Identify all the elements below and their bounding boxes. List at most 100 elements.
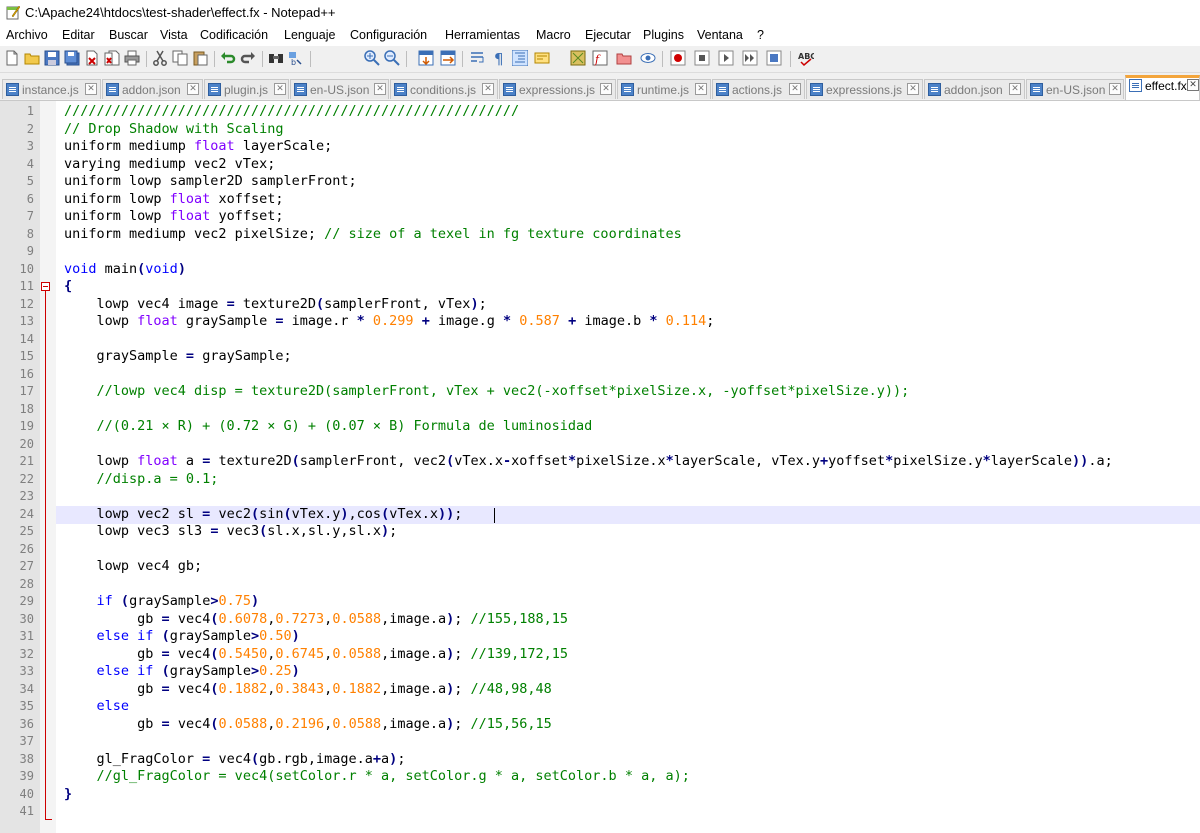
- monitoring-eye-icon[interactable]: [640, 50, 656, 66]
- code-line[interactable]: uniform lowp sampler2D samplerFront;: [64, 173, 357, 189]
- close-tab-icon[interactable]: ✕: [482, 83, 494, 95]
- tab-plugin-js[interactable]: plugin.js ✕: [204, 79, 289, 99]
- menu-codificacion[interactable]: Codificación: [200, 28, 268, 42]
- fold-margin[interactable]: [40, 101, 56, 833]
- close-tab-icon[interactable]: ✕: [1109, 83, 1121, 95]
- menu-ventana[interactable]: Ventana: [697, 28, 743, 42]
- code-line[interactable]: void main(void): [64, 261, 186, 277]
- code-line[interactable]: graySample = graySample;: [64, 348, 292, 364]
- tab-instance-js[interactable]: instance.js ✕: [2, 79, 101, 99]
- paste-icon[interactable]: [192, 50, 208, 66]
- stop-macro-icon[interactable]: [694, 50, 710, 66]
- code-line[interactable]: if (graySample>0.75): [64, 593, 260, 609]
- replace-icon[interactable]: b: [288, 50, 304, 66]
- close-tab-icon[interactable]: ✕: [1009, 83, 1021, 95]
- code-line[interactable]: gl_FragColor = vec4(gb.rgb,image.a+a);: [64, 751, 406, 767]
- code-line[interactable]: gb = vec4(0.1882,0.3843,0.1882,image.a);…: [64, 681, 552, 697]
- function-list-icon[interactable]: f: [592, 50, 608, 66]
- menu-plugins[interactable]: Plugins: [643, 28, 684, 42]
- close-tab-icon[interactable]: ✕: [374, 83, 386, 95]
- sync-vertical-scroll-icon[interactable]: [418, 50, 434, 66]
- undo-icon[interactable]: [220, 50, 236, 66]
- word-wrap-icon[interactable]: [470, 50, 486, 66]
- close-file-icon[interactable]: [84, 50, 100, 66]
- tab-addon-json-2[interactable]: addon.json ✕: [924, 79, 1025, 99]
- close-tab-icon[interactable]: ✕: [695, 83, 707, 95]
- folder-as-workspace-icon[interactable]: [616, 50, 632, 66]
- code-line[interactable]: else if (graySample>0.50): [64, 628, 300, 644]
- fold-collapse-icon[interactable]: [41, 282, 50, 291]
- code-line[interactable]: gb = vec4(0.6078,0.7273,0.0588,image.a);…: [64, 611, 568, 627]
- code-line[interactable]: varying mediump vec2 vTex;: [64, 156, 275, 172]
- new-file-icon[interactable]: [4, 50, 20, 66]
- user-defined-language-icon[interactable]: [534, 50, 550, 66]
- code-line[interactable]: lowp float a = texture2D(samplerFront, v…: [64, 453, 1113, 469]
- tab-addon-json[interactable]: addon.json ✕: [102, 79, 203, 99]
- close-tab-icon[interactable]: ✕: [187, 83, 199, 95]
- code-line[interactable]: lowp float graySample = image.r * 0.299 …: [64, 313, 715, 329]
- close-tab-icon[interactable]: ✕: [1187, 79, 1199, 91]
- cut-icon[interactable]: [152, 50, 168, 66]
- close-all-icon[interactable]: [104, 50, 120, 66]
- show-all-characters-icon[interactable]: ¶: [492, 50, 508, 66]
- tab-effect-fx[interactable]: effect.fx ✕: [1125, 75, 1200, 100]
- menu-ejecutar[interactable]: Ejecutar: [585, 28, 631, 42]
- close-tab-icon[interactable]: ✕: [85, 83, 97, 95]
- copy-icon[interactable]: [172, 50, 188, 66]
- indent-guide-icon[interactable]: [512, 50, 528, 66]
- save-macro-icon[interactable]: [766, 50, 782, 66]
- code-line[interactable]: {: [64, 278, 72, 294]
- code-line[interactable]: ////////////////////////////////////////…: [64, 103, 519, 119]
- code-line[interactable]: lowp vec4 gb;: [64, 558, 203, 574]
- code-line[interactable]: lowp vec4 image = texture2D(samplerFront…: [64, 296, 487, 312]
- sync-horizontal-scroll-icon[interactable]: [440, 50, 456, 66]
- code-line[interactable]: //gl_FragColor = vec4(setColor.r * a, se…: [64, 768, 690, 784]
- zoom-out-icon[interactable]: [384, 50, 400, 66]
- redo-icon[interactable]: [240, 50, 256, 66]
- code-line[interactable]: uniform mediump float layerScale;: [64, 138, 332, 154]
- code-line[interactable]: lowp vec2 sl = vec2(sin(vTex.y),cos(vTex…: [64, 506, 463, 522]
- code-line[interactable]: lowp vec3 sl3 = vec3(sl.x,sl.y,sl.x);: [64, 523, 398, 539]
- tab-expressions-js-2[interactable]: expressions.js ✕: [806, 79, 923, 99]
- menu-herramientas[interactable]: Herramientas: [445, 28, 520, 42]
- close-tab-icon[interactable]: ✕: [274, 83, 286, 95]
- menu-lenguaje[interactable]: Lenguaje: [284, 28, 335, 42]
- code-line[interactable]: else if (graySample>0.25): [64, 663, 300, 679]
- code-line[interactable]: // Drop Shadow with Scaling: [64, 121, 283, 137]
- menu-editar[interactable]: Editar: [62, 28, 95, 42]
- tab-runtime-js[interactable]: runtime.js ✕: [617, 79, 711, 99]
- open-file-icon[interactable]: [24, 50, 40, 66]
- save-icon[interactable]: [44, 50, 60, 66]
- close-tab-icon[interactable]: ✕: [600, 83, 612, 95]
- tab-en-us-json-2[interactable]: en-US.json ✕: [1026, 79, 1124, 99]
- code-line[interactable]: //(0.21 × R) + (0.72 × G) + (0.07 × B) F…: [64, 418, 593, 434]
- code-line[interactable]: }: [64, 786, 72, 802]
- code-line[interactable]: gb = vec4(0.5450,0.6745,0.0588,image.a);…: [64, 646, 568, 662]
- code-line[interactable]: uniform mediump vec2 pixelSize; // size …: [64, 226, 682, 242]
- menu-buscar[interactable]: Buscar: [109, 28, 148, 42]
- code-line[interactable]: else: [64, 698, 130, 714]
- menu-archivo[interactable]: Archivo: [6, 28, 48, 42]
- close-tab-icon[interactable]: ✕: [907, 83, 919, 95]
- tab-conditions-js[interactable]: conditions.js ✕: [390, 79, 498, 99]
- find-icon[interactable]: [268, 50, 284, 66]
- play-macro-icon[interactable]: [718, 50, 734, 66]
- save-all-icon[interactable]: [64, 50, 80, 66]
- tab-expressions-js[interactable]: expressions.js ✕: [499, 79, 616, 99]
- close-tab-icon[interactable]: ✕: [789, 83, 801, 95]
- record-macro-icon[interactable]: [670, 50, 686, 66]
- code-line[interactable]: gb = vec4(0.0588,0.2196,0.0588,image.a);…: [64, 716, 552, 732]
- menu-configuracion[interactable]: Configuración: [350, 28, 427, 42]
- menu-help[interactable]: ?: [757, 28, 764, 42]
- spell-check-icon[interactable]: ABC: [798, 50, 814, 66]
- menu-vista[interactable]: Vista: [160, 28, 188, 42]
- document-map-icon[interactable]: [570, 50, 586, 66]
- code-line[interactable]: //disp.a = 0.1;: [64, 471, 219, 487]
- tab-en-us-json[interactable]: en-US.json ✕: [290, 79, 389, 99]
- tab-actions-js[interactable]: actions.js ✕: [712, 79, 805, 99]
- code-line[interactable]: uniform lowp float yoffset;: [64, 208, 283, 224]
- run-macro-multiple-icon[interactable]: [742, 50, 758, 66]
- code-line[interactable]: uniform lowp float xoffset;: [64, 191, 283, 207]
- zoom-in-icon[interactable]: [364, 50, 380, 66]
- print-icon[interactable]: [124, 50, 140, 66]
